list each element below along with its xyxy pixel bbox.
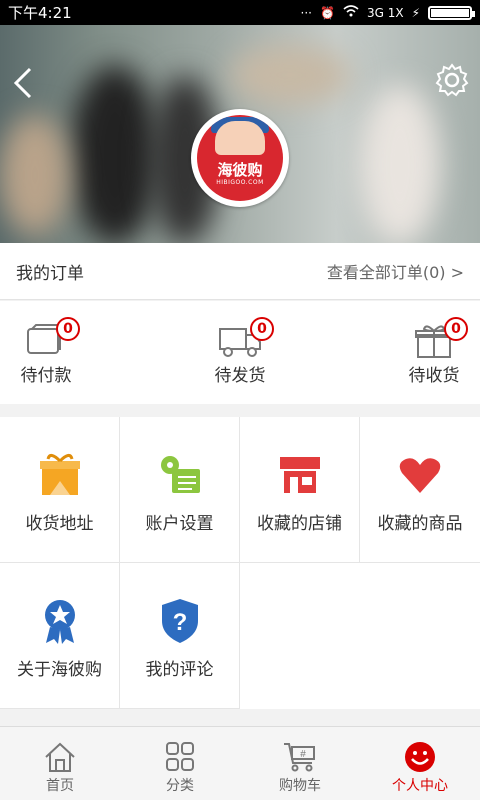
store-icon <box>276 451 324 499</box>
tab-categories[interactable]: 分类 <box>120 727 240 800</box>
address-box-icon <box>36 451 84 499</box>
grid-empty-cell <box>240 563 480 709</box>
truck-icon: 0 <box>218 317 274 359</box>
my-orders-title: 我的订单 <box>16 263 84 284</box>
charging-icon: ⚡ <box>411 5 420 20</box>
pending-shipment-count: 0 <box>250 317 274 341</box>
pending-payment-count: 0 <box>56 317 80 341</box>
grid-item-my-reviews[interactable]: ? 我的评论 <box>120 563 240 709</box>
grid-item-account-settings[interactable]: 账户设置 <box>120 417 240 563</box>
question-shield-icon: ? <box>156 597 204 645</box>
grid-item-shipping-address[interactable]: 收货地址 <box>0 417 120 563</box>
svg-text:?: ? <box>172 609 187 636</box>
account-settings-icon <box>156 451 204 499</box>
award-ribbon-icon <box>36 597 84 645</box>
category-grid-icon <box>162 741 198 773</box>
status-pending-shipment[interactable]: 0 待发货 <box>200 317 280 386</box>
pending-receipt-count: 0 <box>444 317 468 341</box>
alarm-icon: ⏰ <box>320 5 335 20</box>
grid-item-favorite-stores[interactable]: 收藏的店铺 <box>240 417 360 563</box>
settings-gear-icon[interactable] <box>434 62 470 98</box>
tab-profile[interactable]: 个人中心 <box>360 727 480 800</box>
home-icon <box>42 741 78 773</box>
status-bar: 下午4:21 ··· ⏰ 3G 1X ⚡ <box>0 0 480 25</box>
smiley-user-icon <box>402 741 438 773</box>
status-pending-receipt[interactable]: 0 待收货 <box>394 317 474 386</box>
signal-dots-icon: ··· <box>300 5 312 20</box>
back-button[interactable] <box>10 65 38 101</box>
grid-item-about[interactable]: 关于海彼购 <box>0 563 120 709</box>
status-pending-payment[interactable]: 0 待付款 <box>6 317 86 386</box>
feature-grid: 收货地址 账户设置 收藏的店铺 收藏的商品 关于海彼购 ? 我的评论 <box>0 417 480 709</box>
my-orders-header: 我的订单 查看全部订单(0) > <box>0 243 480 300</box>
battery-icon <box>428 5 475 20</box>
view-all-orders-link[interactable]: 查看全部订单(0) > <box>327 259 464 283</box>
network-label: 3G 1X <box>366 5 404 20</box>
profile-header: 海彼购 HIBIGOO.COM <box>0 25 480 243</box>
cart-icon: # <box>282 741 318 773</box>
tab-home[interactable]: 首页 <box>0 727 120 800</box>
svg-text:#: # <box>300 749 306 760</box>
heart-icon <box>396 451 444 499</box>
grid-item-favorite-products[interactable]: 收藏的商品 <box>360 417 480 563</box>
gift-box-icon: 0 <box>412 317 468 359</box>
tab-cart[interactable]: # 购物车 <box>240 727 360 800</box>
bottom-tab-bar: 首页 分类 # 购物车 个人中心 <box>0 726 480 800</box>
wifi-icon <box>343 5 359 20</box>
wallet-icon: 0 <box>24 317 80 359</box>
order-status-row: 0 待付款 0 待发货 0 待收货 <box>0 301 480 404</box>
status-time: 下午4:21 <box>8 4 72 22</box>
brand-logo: 海彼购 HIBIGOO.COM <box>191 109 289 207</box>
